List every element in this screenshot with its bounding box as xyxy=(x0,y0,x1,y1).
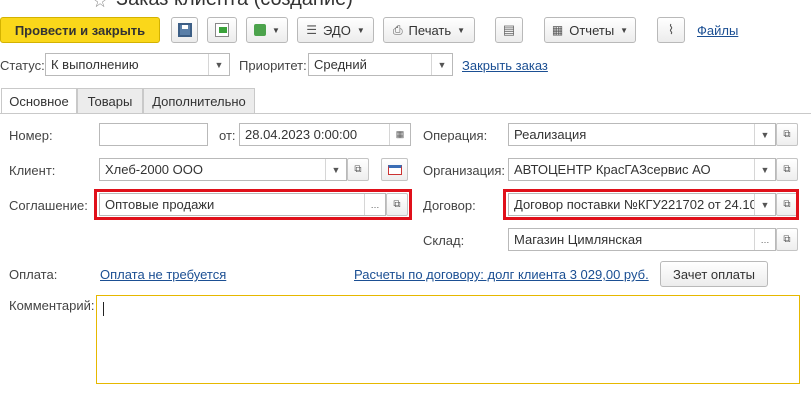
number-label: Номер: xyxy=(9,128,53,143)
priority-label: Приоритет: xyxy=(239,58,307,73)
organization-value: АВТОЦЕНТР КрасГАЗсервис АО xyxy=(514,162,711,177)
create-based-on-icon xyxy=(254,24,267,36)
save-icon xyxy=(177,23,192,37)
save-button[interactable] xyxy=(171,17,198,43)
chevron-down-icon[interactable]: ▼ xyxy=(754,159,775,180)
post-document-button[interactable] xyxy=(207,17,237,43)
tab-goods-label: Товары xyxy=(87,93,133,109)
open-warehouse-button[interactable]: ⧉ xyxy=(776,228,798,251)
warehouse-input[interactable]: Магазин Цимлянская … xyxy=(508,228,776,251)
paperclip-icon: ⌇ xyxy=(667,22,675,37)
post-and-close-label: Провести и закрыть xyxy=(14,22,146,38)
close-order-link[interactable]: Закрыть заказ xyxy=(462,58,548,73)
priority-value: Средний xyxy=(314,57,367,72)
chevron-down-icon: ▼ xyxy=(272,25,280,35)
comment-label: Комментарий: xyxy=(9,298,95,313)
card-icon xyxy=(387,164,402,175)
date-from-label: от: xyxy=(219,128,236,143)
status-value: К выполнению xyxy=(51,57,139,72)
document-structure-button[interactable]: ▤ xyxy=(495,17,523,43)
favorite-star-icon[interactable]: ☆ xyxy=(92,0,108,12)
chevron-down-icon: ▼ xyxy=(620,25,629,35)
chevron-down-icon[interactable]: ▼ xyxy=(431,54,452,75)
chevron-down-icon[interactable]: ▼ xyxy=(208,54,229,75)
tab-main[interactable]: Основное xyxy=(1,88,77,114)
reports-icon: ▦ xyxy=(551,23,564,37)
reports-button[interactable]: ▦ Отчеты ▼ xyxy=(544,17,636,43)
chevron-down-icon[interactable]: ▼ xyxy=(754,124,775,145)
edo-icon: ☰ xyxy=(306,23,317,37)
tab-main-label: Основное xyxy=(9,94,69,109)
files-link[interactable]: Файлы xyxy=(697,23,738,38)
payment-link[interactable]: Оплата не требуется xyxy=(100,267,226,282)
chevron-down-icon: ▼ xyxy=(457,25,466,35)
operation-label: Операция: xyxy=(423,128,488,143)
open-operation-button[interactable]: ⧉ xyxy=(776,123,798,146)
tab-divider xyxy=(0,113,811,114)
window-title: Заказ клиента (создание) xyxy=(116,0,353,11)
agreement-highlight xyxy=(94,189,412,220)
attach-files-button[interactable]: ⌇ xyxy=(657,17,685,43)
reports-label: Отчеты xyxy=(569,22,615,38)
tab-additional-label: Дополнительно xyxy=(152,93,246,109)
post-and-close-button[interactable]: Провести и закрыть xyxy=(0,17,160,43)
operation-select[interactable]: Реализация ▼ xyxy=(508,123,776,146)
printer-icon: ⎙ xyxy=(392,22,403,37)
operation-value: Реализация xyxy=(514,127,587,142)
more-icon[interactable]: … xyxy=(754,229,775,250)
tab-additional[interactable]: Дополнительно xyxy=(143,88,255,113)
contract-label: Договор: xyxy=(423,198,476,213)
print-label: Печать xyxy=(408,22,452,38)
status-label: Статус: xyxy=(0,58,45,73)
priority-select[interactable]: Средний ▼ xyxy=(308,53,453,76)
client-value: Хлеб-2000 ООО xyxy=(105,162,203,177)
window-title-bar: ☆ Заказ клиента (создание) xyxy=(0,0,811,12)
open-form-icon: ⧉ xyxy=(783,129,791,140)
edo-button[interactable]: ☰ ЭДО ▼ xyxy=(297,17,374,43)
warehouse-value: Магазин Цимлянская xyxy=(514,232,643,247)
client-card-button[interactable] xyxy=(381,158,408,181)
open-client-button[interactable]: ⧉ xyxy=(347,158,369,181)
edo-label: ЭДО xyxy=(323,22,351,38)
open-form-icon: ⧉ xyxy=(783,234,791,245)
payment-label: Оплата: xyxy=(9,267,58,282)
date-value: 28.04.2023 0:00:00 xyxy=(245,127,358,142)
organization-label: Организация: xyxy=(423,163,506,178)
comment-textarea[interactable] xyxy=(96,295,800,384)
contract-highlight xyxy=(503,189,799,220)
offset-payment-label: Зачет оплаты xyxy=(672,266,756,282)
warehouse-label: Склад: xyxy=(423,233,465,248)
create-based-on-button[interactable]: ▼ xyxy=(246,17,288,43)
offset-payment-button[interactable]: Зачет оплаты xyxy=(660,261,768,287)
agreement-label: Соглашение: xyxy=(9,198,88,213)
print-button[interactable]: ⎙ Печать ▼ xyxy=(383,17,475,43)
chevron-down-icon[interactable]: ▼ xyxy=(325,159,346,180)
organization-input[interactable]: АВТОЦЕНТР КрасГАЗсервис АО ▼ xyxy=(508,158,776,181)
post-document-icon xyxy=(215,23,229,37)
client-input[interactable]: Хлеб-2000 ООО ▼ xyxy=(99,158,347,181)
calendar-icon[interactable]: ▦ xyxy=(389,124,410,145)
list-icon: ▤ xyxy=(502,22,516,37)
client-label: Клиент: xyxy=(9,163,56,178)
text-cursor xyxy=(103,302,104,316)
open-form-icon: ⧉ xyxy=(783,164,791,175)
chevron-down-icon: ▼ xyxy=(356,25,365,35)
open-form-icon: ⧉ xyxy=(354,164,362,175)
tab-goods[interactable]: Товары xyxy=(77,88,143,113)
status-select[interactable]: К выполнению ▼ xyxy=(45,53,230,76)
number-input[interactable] xyxy=(99,123,208,146)
open-organization-button[interactable]: ⧉ xyxy=(776,158,798,181)
date-input[interactable]: 28.04.2023 0:00:00 ▦ xyxy=(239,123,411,146)
settlements-link[interactable]: Расчеты по договору: долг клиента 3 029,… xyxy=(354,267,649,282)
